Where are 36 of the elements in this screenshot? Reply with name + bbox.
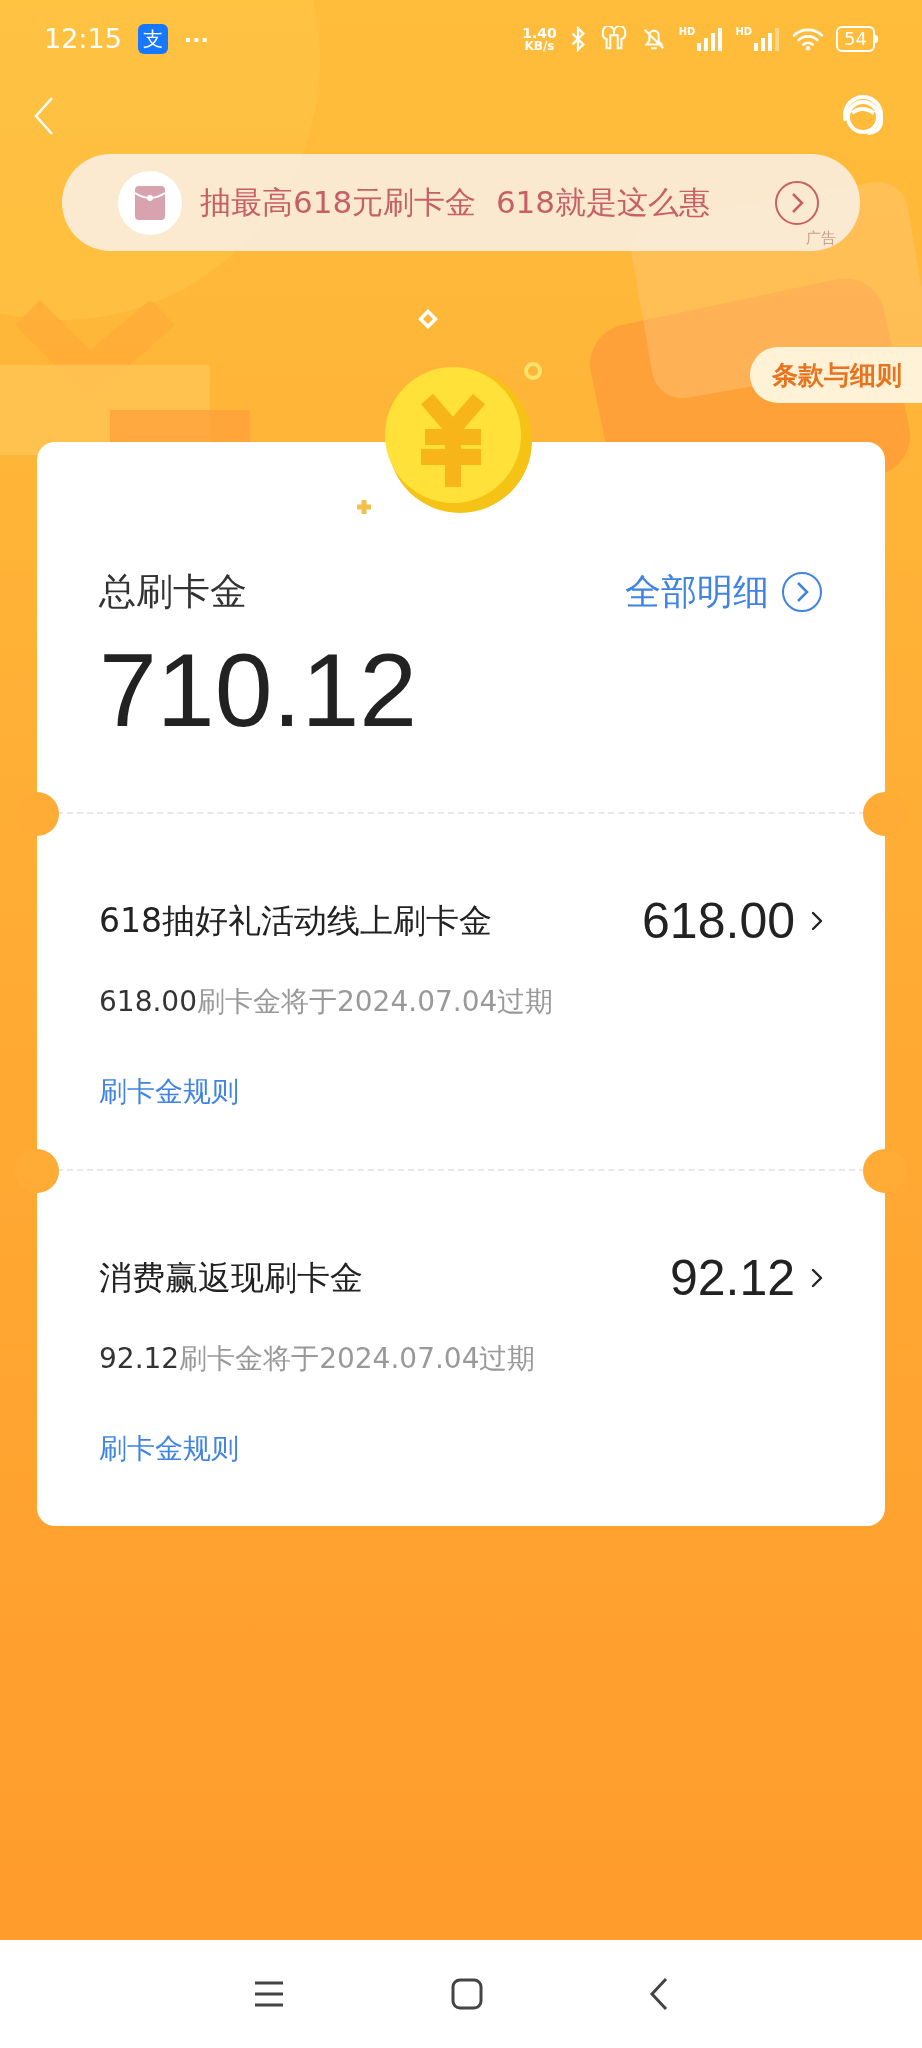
rules-link[interactable]: 刷卡金规则 [99, 1070, 239, 1113]
promo-text: 抽最高618元刷卡金 618就是这么惠 [200, 183, 711, 223]
hd-label: HD [735, 27, 753, 37]
details-link[interactable]: 全部明细 [625, 564, 823, 619]
app-badge-icon: 支 [137, 24, 168, 54]
wifi-icon [792, 27, 825, 51]
item-amount: 618.00 [642, 891, 795, 951]
rules-link[interactable]: 刷卡金规则 [99, 1427, 239, 1470]
chevron-circle-icon [781, 570, 823, 613]
hd-label: HD [678, 27, 696, 37]
home-icon[interactable] [451, 1978, 483, 2010]
chevron-circle-icon [774, 179, 820, 226]
expiry-text: 618.00刷卡金将于2024.07.04过期 [99, 983, 555, 1020]
chevron-right-icon [811, 911, 823, 931]
ad-label: 广告 [806, 227, 836, 249]
terms-button[interactable]: 条款与细则 [750, 347, 922, 403]
battery-indicator: 54 [836, 26, 878, 52]
item-title: 消费赢返现刷卡金 [99, 1257, 363, 1300]
item-amount: 92.12 [669, 1248, 795, 1308]
promo-banner[interactable]: 抽最高618元刷卡金 618就是这么惠 广告 [62, 154, 860, 251]
signal-icon [697, 27, 724, 51]
signal-icon [754, 27, 781, 51]
amount-link[interactable]: 618.00 [642, 883, 823, 959]
network-speed: 1.40 [522, 26, 557, 40]
sparkle-icon [416, 307, 440, 331]
total-amount: 710.12 [99, 637, 419, 742]
item-title: 618抽好礼活动线上刷卡金 [99, 900, 492, 943]
back-icon[interactable] [649, 1977, 669, 2011]
network-speed-unit: KB/s [524, 40, 555, 52]
amount-link[interactable]: 92.12 [669, 1240, 823, 1316]
status-time: 12:15 [44, 21, 122, 56]
chevron-right-icon [811, 1268, 823, 1288]
total-label: 总刷卡金 [99, 569, 247, 615]
more-notifications: ··· [183, 25, 209, 54]
menu-icon[interactable] [253, 1980, 285, 2008]
expiry-text: 92.12刷卡金将于2024.07.04过期 [99, 1340, 537, 1377]
